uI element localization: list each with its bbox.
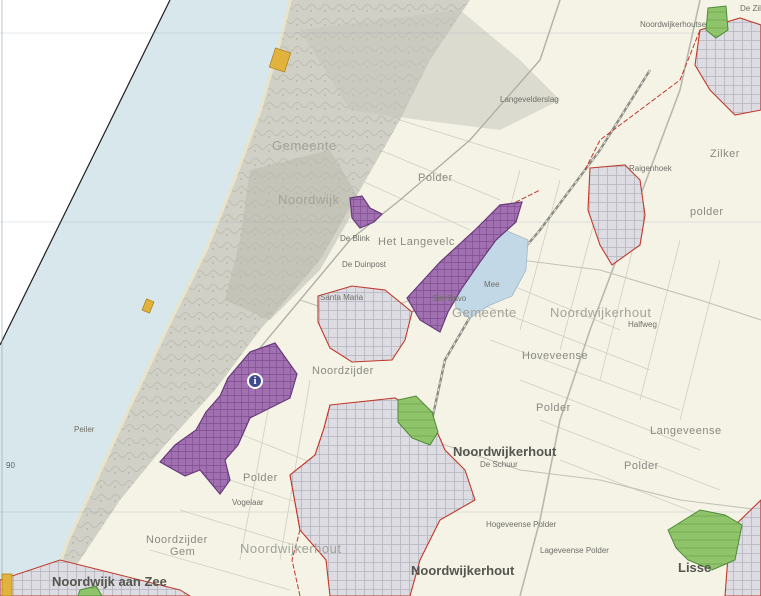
label-zilker: Zilker xyxy=(710,148,740,160)
label-sint-bavo: Sint Bavo xyxy=(432,294,467,303)
label-raigenhoek: Raigenhoek xyxy=(629,164,672,173)
label-polder-2: Polder xyxy=(536,402,571,414)
label-polder-5: polder xyxy=(690,206,724,218)
label-de-zilk: De Zilk xyxy=(740,4,761,13)
label-santa-maria: Santa Maria xyxy=(320,293,364,302)
label-noordwijk-ghost: Noordwijk xyxy=(278,192,340,207)
label-noordwijkerhout-ghost-2: Noordwijkerhout xyxy=(240,541,342,556)
label-langevelderslag: Langevelderslag xyxy=(500,95,559,104)
map-view[interactable]: Noordwijk aan Zee Noordwijkerhout Noordw… xyxy=(0,0,761,596)
label-de-duinpost: De Duinpost xyxy=(342,260,387,269)
label-vogelaar: Vogelaar xyxy=(232,498,264,507)
label-gemeente-2: Gemeente xyxy=(452,305,517,320)
label-het-langevelc: Het Langevelc xyxy=(378,236,455,248)
label-halfweg: Halfweg xyxy=(628,320,657,329)
label-noordzijder-2: Noordzijder xyxy=(146,534,208,546)
label-noordwijk-aan-zee: Noordwijk aan Zee xyxy=(52,574,167,589)
label-noordwijkerhoutse: Noordwijkerhoutse xyxy=(640,20,707,29)
label-polder-1: Polder xyxy=(243,472,278,484)
map-canvas[interactable] xyxy=(0,0,761,596)
label-lageveense-polder: Lageveense Polder xyxy=(540,546,609,555)
label-gemeente-1: Gemeente xyxy=(272,138,337,153)
info-circle-icon[interactable]: i xyxy=(247,373,263,389)
label-lisse: Lisse xyxy=(678,560,712,575)
label-noordzijder: Noordzijder xyxy=(312,365,374,377)
beach-marker-south[interactable] xyxy=(1,573,13,596)
label-hoveveense: Hoveveense xyxy=(522,350,589,362)
label-polder-4: Polder xyxy=(418,172,453,184)
label-polder-3: Polder xyxy=(624,460,659,472)
label-mee: Mee xyxy=(484,280,500,289)
label-langeveense: Langeveense xyxy=(650,425,722,437)
label-de-blink: De Blink xyxy=(340,234,370,243)
label-hogeveense-polder: Hogeveense Polder xyxy=(486,520,557,529)
label-noordwijkerhout-2: Noordwijkerhout xyxy=(411,563,515,578)
label-de-schuur: De Schuur xyxy=(480,460,518,469)
grid-label-90: 90 xyxy=(6,461,15,470)
label-peiler: Peiler xyxy=(74,425,95,434)
label-noordwijkerhout-ghost-1: Noordwijkerhout xyxy=(550,305,652,320)
label-noordwijkerhout-1: Noordwijkerhout xyxy=(453,444,557,459)
label-gem: Gem xyxy=(170,546,196,558)
